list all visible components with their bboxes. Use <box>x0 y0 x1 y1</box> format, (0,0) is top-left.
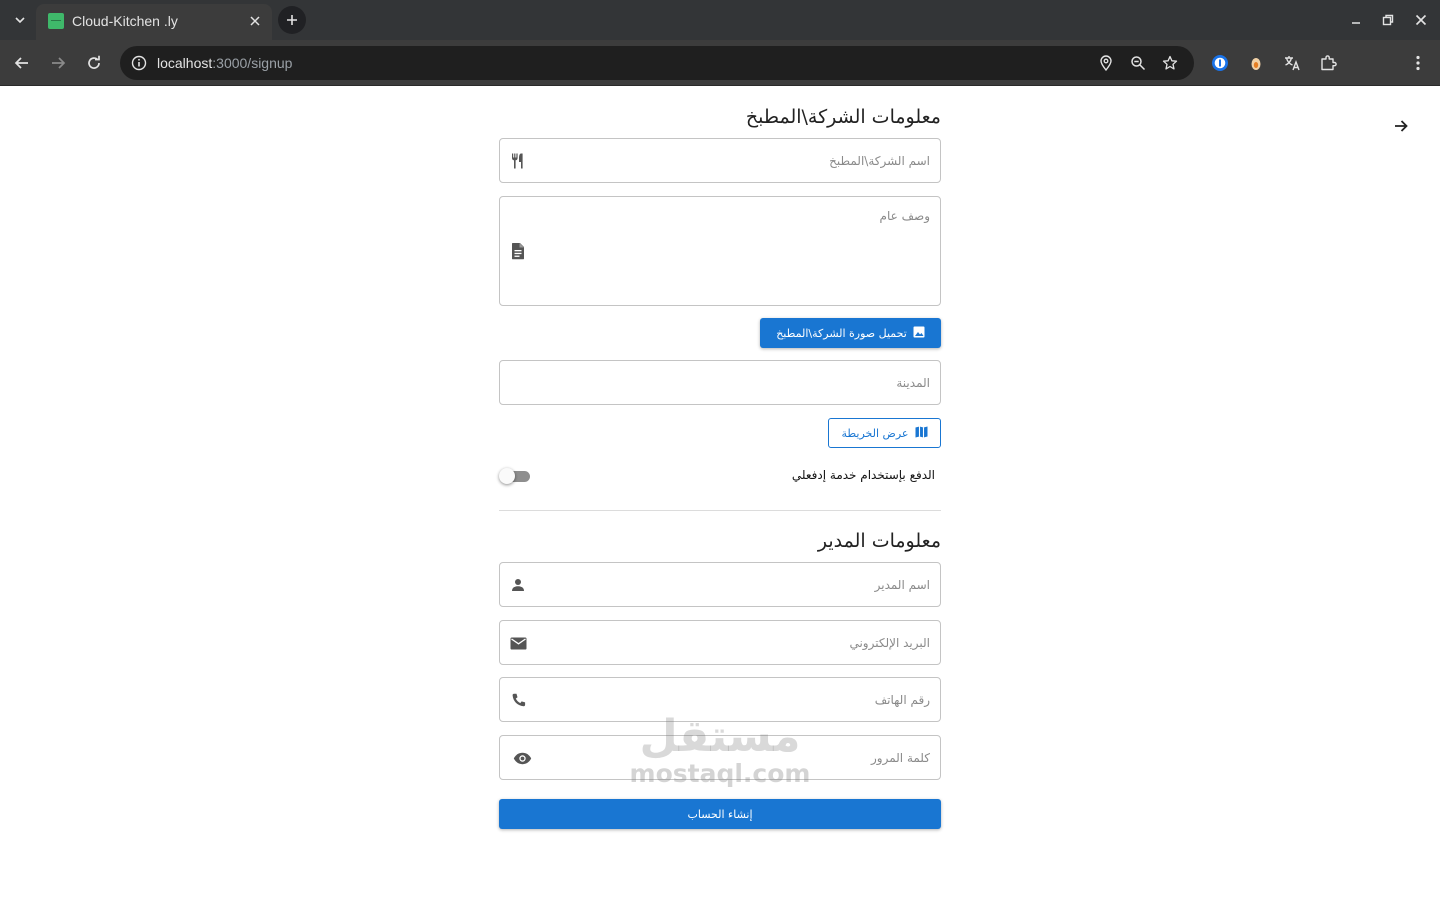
manager-section-title: معلومات المدير <box>817 530 941 552</box>
document-icon <box>508 241 528 261</box>
bookmark-star-icon[interactable] <box>1159 52 1181 74</box>
password-manager-extension-icon[interactable] <box>1209 52 1231 74</box>
tab-title: Cloud-Kitchen .ly <box>72 13 178 29</box>
upload-image-label: تحميل صورة الشركة\المطبخ <box>776 326 907 340</box>
password-field[interactable] <box>499 735 941 780</box>
switch-thumb <box>499 468 515 484</box>
create-account-label: إنشاء الحساب <box>687 807 753 821</box>
address-bar[interactable]: localhost:3000/signup <box>120 46 1194 80</box>
payment-switch-label: الدفع بإستخدام خدمة إدفعلي <box>791 468 935 482</box>
browser-tab-active[interactable]: Cloud-Kitchen .ly <box>36 4 272 40</box>
password-input[interactable] <box>560 750 930 766</box>
tab-favicon-icon <box>48 13 64 29</box>
mail-icon <box>508 633 528 653</box>
restore-window-icon[interactable] <box>1378 10 1398 30</box>
company-name-field[interactable] <box>499 138 941 183</box>
site-info-icon[interactable] <box>128 52 150 74</box>
phone-field[interactable] <box>499 677 941 722</box>
url-path: :3000/signup <box>212 55 293 71</box>
manager-name-input[interactable] <box>560 577 930 593</box>
phone-input[interactable] <box>560 692 930 708</box>
reload-icon[interactable] <box>82 51 106 75</box>
egg-extension-icon[interactable] <box>1245 52 1267 74</box>
payment-toggle-switch[interactable] <box>499 468 531 484</box>
email-input[interactable] <box>560 635 930 651</box>
location-pin-icon[interactable] <box>1095 52 1117 74</box>
arrow-forward-icon[interactable] <box>1390 115 1412 137</box>
description-textarea[interactable] <box>550 209 930 289</box>
person-icon <box>508 575 528 595</box>
show-map-button[interactable]: عرض الخريطة <box>828 418 941 448</box>
signup-page: معلومات الشركة\المطبخ تحميل صورة الشركة\… <box>0 87 1440 900</box>
tab-search-chevron-icon[interactable] <box>6 8 34 32</box>
image-icon <box>913 326 925 341</box>
section-divider <box>499 510 941 511</box>
phone-icon <box>508 690 528 710</box>
new-tab-button[interactable] <box>278 6 306 34</box>
city-field[interactable] <box>499 360 941 405</box>
url-host: localhost <box>157 55 213 71</box>
minimize-window-icon[interactable] <box>1346 10 1366 30</box>
tab-close-icon[interactable] <box>246 12 264 30</box>
company-name-input[interactable] <box>560 153 930 169</box>
close-window-icon[interactable] <box>1411 10 1431 30</box>
browser-menu-icon[interactable] <box>1407 52 1429 74</box>
upload-image-button[interactable]: تحميل صورة الشركة\المطبخ <box>760 318 941 348</box>
restaurant-icon <box>508 151 528 171</box>
visibility-eye-icon[interactable] <box>512 748 532 768</box>
email-field[interactable] <box>499 620 941 665</box>
url-text[interactable]: localhost:3000/signup <box>157 54 292 72</box>
create-account-button[interactable]: إنشاء الحساب <box>499 799 941 829</box>
company-section-title: معلومات الشركة\المطبخ <box>745 106 941 128</box>
forward-icon[interactable] <box>46 51 70 75</box>
browser-toolbar: localhost:3000/signup <box>0 40 1440 114</box>
extensions-puzzle-icon[interactable] <box>1317 52 1339 74</box>
tab-strip: Cloud-Kitchen .ly <box>0 0 1440 40</box>
map-icon <box>915 426 928 441</box>
translate-extension-icon[interactable] <box>1281 52 1303 74</box>
manager-name-field[interactable] <box>499 562 941 607</box>
back-icon[interactable] <box>10 51 34 75</box>
city-input[interactable] <box>560 375 930 391</box>
show-map-label: عرض الخريطة <box>841 426 909 440</box>
zoom-icon[interactable] <box>1127 52 1149 74</box>
description-field[interactable] <box>499 196 941 306</box>
